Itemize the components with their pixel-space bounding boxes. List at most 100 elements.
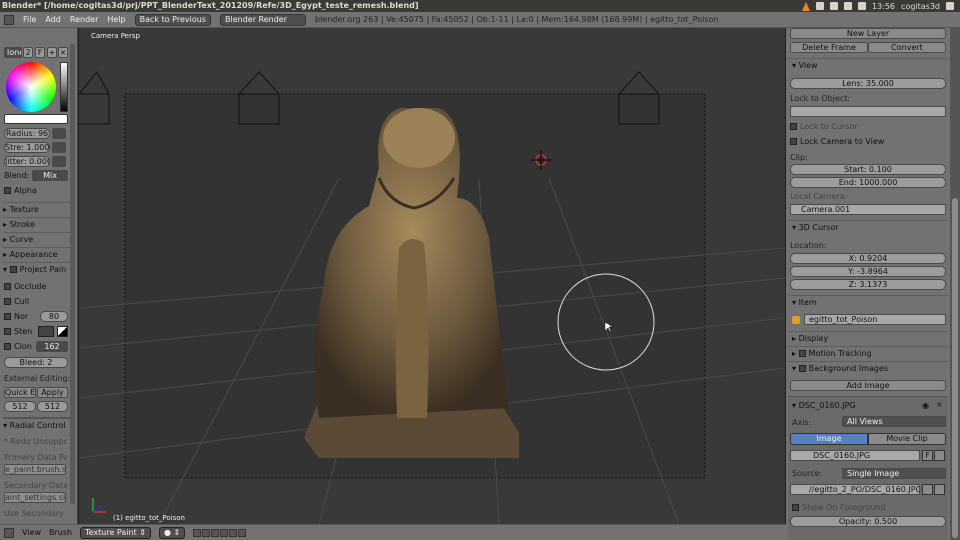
viewport-shading-select[interactable]: ● ⇕ [158,526,186,539]
tool-shelf-scrollbar[interactable] [70,44,75,504]
path-reload-icon[interactable] [934,484,945,495]
value-slider[interactable] [60,62,68,112]
clone-layer-select[interactable]: 162 [36,341,68,352]
editor-type-icon[interactable] [4,14,14,25]
cursor-y-field[interactable]: Y: -3.8964 [790,266,946,277]
view-panel-header[interactable]: ▾ View [788,58,948,72]
curve-panel-header[interactable]: ▸ Curve [3,232,71,246]
blend-select[interactable]: Mix [32,170,68,181]
show-foreground-checkbox[interactable] [792,504,799,511]
motion-tracking-header[interactable]: ▸ Motion Tracking [788,346,948,360]
brush-users-count[interactable]: 2 [23,47,33,58]
power-icon[interactable] [946,2,954,10]
strength-pressure-icon[interactable] [52,142,66,153]
color-swatch[interactable] [4,114,68,124]
tab-movie-clip[interactable]: Movie Clip [868,433,946,445]
bleed-field[interactable]: Bleed: 2 [4,357,68,368]
stroke-panel-header[interactable]: ▸ Stroke [3,217,71,231]
mode-select[interactable]: Texture Paint ⇕ [80,526,151,539]
axis-select[interactable]: All Views [842,416,946,427]
vlc-icon[interactable] [801,1,810,11]
menu-help[interactable]: Help [107,15,125,24]
lock-object-field[interactable] [790,106,946,117]
apply-button[interactable]: Apply [37,387,68,398]
strength-field[interactable]: Stre: 1.000 [4,142,50,153]
image-path-field[interactable]: //egitto_2_PO/DSC_0160.JPG [790,484,920,495]
jitter-pressure-icon[interactable] [52,156,66,167]
tab-image[interactable]: Image [790,433,868,445]
lock-camera-checkbox[interactable] [790,138,797,145]
convert-button[interactable]: Convert [868,42,946,53]
object-name-field[interactable]: egitto_tot_Poison [804,314,946,325]
user-name[interactable]: cogitas3d [901,2,940,11]
image-open-icon[interactable] [934,450,945,461]
background-images-header[interactable]: ▾ Background Images [788,361,948,375]
normal-angle-field[interactable]: 80 [40,311,68,322]
motion-tracking-checkbox[interactable] [798,350,806,357]
brush-add-button[interactable]: + [47,47,57,58]
cursor-x-field[interactable]: X: 0.9204 [790,253,946,264]
clip-start-field[interactable]: Start: 0.100 [790,164,946,175]
stencil-invert-icon[interactable] [57,326,68,337]
bg-image-header[interactable]: ▾ DSC_0160.JPG [792,400,856,411]
clip-end-field[interactable]: End: 1000.000 [790,177,946,188]
show-foreground-toggle[interactable]: Show On Foreground [792,502,886,513]
lock-to-cursor-toggle[interactable]: Lock to Cursor [790,121,858,132]
menu-render[interactable]: Render [70,15,98,24]
properties-scrollbar[interactable] [950,28,960,540]
path-browse-icon[interactable] [922,484,933,495]
item-panel-header[interactable]: ▾ Item [788,295,948,309]
appearance-panel-header[interactable]: ▸ Appearance [3,247,71,261]
radial-control-header[interactable]: ▾ Radial Control [3,417,71,431]
background-images-checkbox[interactable] [798,365,806,372]
local-camera-field[interactable]: Camera.001 [790,204,946,215]
alpha-checkbox[interactable] [4,187,11,194]
radius-field[interactable]: Radius: 96 [4,128,50,139]
brush-remove-button[interactable]: × [58,47,68,58]
source-select[interactable]: Single Image [842,468,946,479]
network-icon[interactable] [829,2,838,10]
menu-brush[interactable]: Brush [49,528,72,537]
delete-frame-button[interactable]: Delete Frame [790,42,868,53]
color-wheel[interactable] [6,62,56,112]
secondary-data-path-field[interactable]: aint_settings.size [4,492,66,503]
view-editor-type-icon[interactable] [4,527,14,538]
jitter-field[interactable]: Jitter: 0.000 [4,156,50,167]
lock-to-cursor-checkbox[interactable] [790,123,797,130]
mail-icon[interactable] [815,2,824,10]
sound-icon[interactable] [857,2,866,10]
stencil-checkbox[interactable] [4,328,11,335]
menu-file[interactable]: File [23,15,36,24]
battery-icon[interactable] [843,2,852,10]
occlude-toggle[interactable]: Occlude [4,281,67,292]
stencil-layer-select[interactable] [38,326,54,337]
image-datablock-field[interactable]: DSC_0160.JPG [790,450,920,461]
properties-scroll-thumb[interactable] [952,198,958,538]
render-engine-select[interactable]: Blender Render [219,13,306,26]
clock[interactable]: 13:56 [872,2,895,11]
brush-name-field[interactable]: lone [4,47,22,58]
cursor-z-field[interactable]: Z: 3.1373 [790,279,946,290]
display-panel-header[interactable]: ▸ Display [788,331,948,345]
cull-checkbox[interactable] [4,298,11,305]
texture-panel-header[interactable]: ▸ Texture [3,202,71,216]
lock-camera-toggle[interactable]: Lock Camera to View [790,136,884,147]
quick-edit-button[interactable]: Quick Edi [4,387,36,398]
brush-fake-user-button[interactable]: F [35,47,45,58]
opacity-field[interactable]: Opacity: 0.500 [790,516,946,527]
new-layer-button[interactable]: New Layer [790,28,946,39]
bg-image-remove-icon[interactable]: × [936,400,943,409]
bg-image-visibility-icon[interactable]: ◉ [922,401,929,410]
image-fake-user-button[interactable]: F [922,450,933,461]
normal-checkbox[interactable] [4,313,11,320]
add-image-button[interactable]: Add Image [790,380,946,391]
project-paint-header[interactable]: ▾ Project Pain [3,262,71,276]
occlude-checkbox[interactable] [4,283,11,290]
layer-buttons[interactable] [193,528,247,537]
project-paint-checkbox[interactable] [9,266,17,273]
3d-viewport[interactable]: Camera Persp (1) egitto_tot_Poison [79,28,785,524]
3d-cursor-panel-header[interactable]: ▾ 3D Cursor [788,220,948,234]
lens-field[interactable]: Lens: 35.000 [790,78,946,89]
radius-pressure-icon[interactable] [52,128,66,139]
cull-toggle[interactable]: Cull [4,296,67,307]
